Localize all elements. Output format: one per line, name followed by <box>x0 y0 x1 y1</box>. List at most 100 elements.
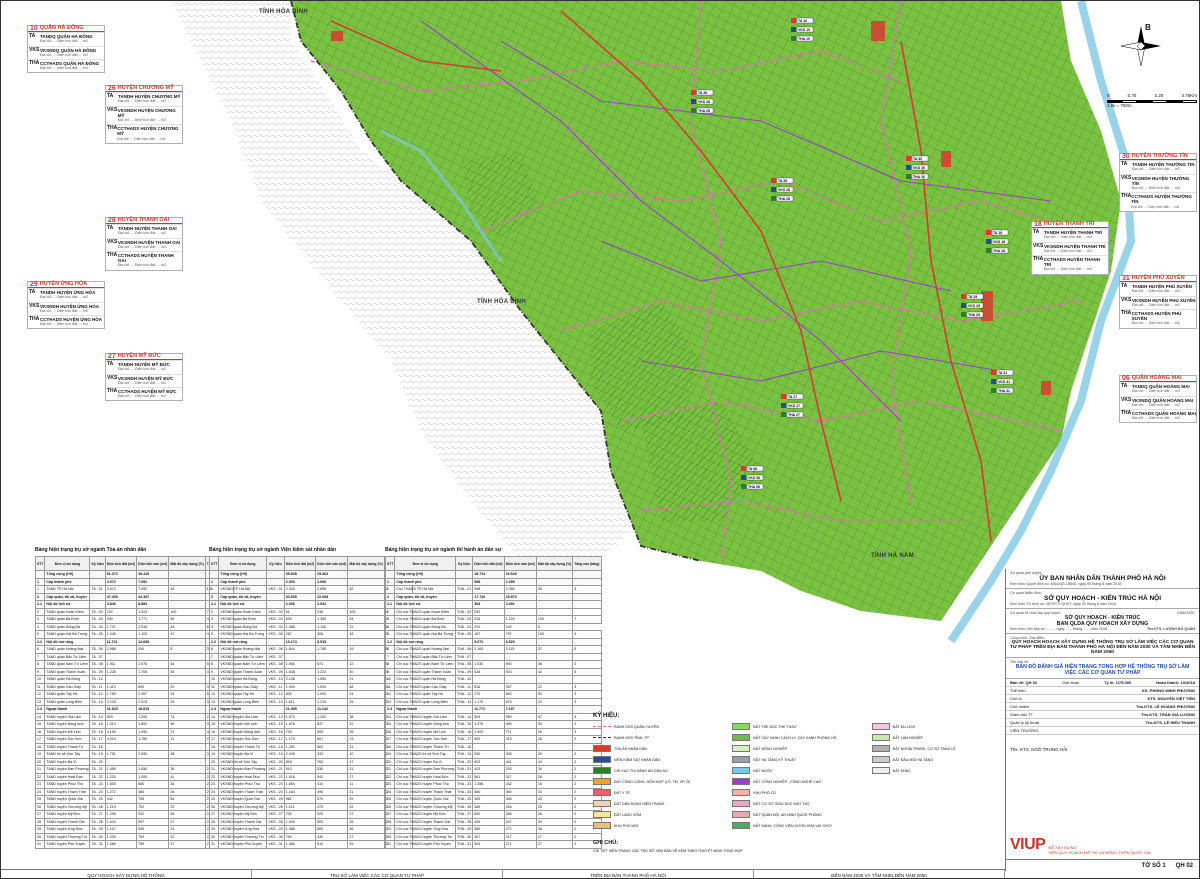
table-cell: 1.573 <box>283 712 317 721</box>
legend-item: ĐẤT NƯỚC <box>732 766 865 775</box>
table-row: 7 Chi cục THADS quận Bắc Từ Liêm THA - 07 <box>384 652 602 661</box>
row-detail: Địa chỉ: ... Diện tích đất: ... m2 <box>1132 389 1181 394</box>
table-cell: 3.972 <box>104 585 138 594</box>
legend-item: ĐẤT CÔNG NGHIỆP - CÔNG NGHỆ CAO <box>732 777 865 786</box>
table-cell: TAND huyện Gia Lâm <box>44 712 91 721</box>
table-cell: 4 <box>208 622 220 631</box>
table-cell: TA - 16 <box>89 727 106 736</box>
column-header: Đơn vị sử dụng <box>394 556 457 571</box>
table-cell: VKSND huyện Hoài Đức <box>218 772 268 781</box>
table-row: 18 TAND huyện Thanh Trì TA - 18 <box>34 742 234 751</box>
table-cell: Chi cục THADS huyện Phúc Thọ <box>394 780 457 789</box>
table-cell <box>503 675 537 684</box>
table-cell: 3 <box>572 690 602 699</box>
legend-item: TÒA ÁN NHÂN DÂN <box>593 744 726 753</box>
table-cell: 1.094 <box>283 682 317 691</box>
table-cell: VKS - 30 <box>266 832 285 841</box>
table-cell: 2.164 <box>472 645 505 654</box>
legend-swatch <box>871 723 890 730</box>
callout-18: 18 HUYỆN THANH TRÌ TA TANDH HUYỆN THANH TRÌ… <box>1031 221 1109 275</box>
table-cell: 21.395 <box>283 705 317 714</box>
table-cell: 3.972 <box>104 577 138 586</box>
table-cell: 51.372 <box>104 570 138 579</box>
table-cell <box>455 592 474 601</box>
table-cell: 5 <box>168 645 206 654</box>
table-row: 9 VKSND quận Thanh Xuân VKS - 09 1.638 1.223… <box>208 667 413 676</box>
callout-28: 28 HUYỆN THANH OAI TA TANDH HUYỆN THANH OAI… <box>105 217 183 271</box>
callout-row: THA CCTHADS HUYỆN THƯỜNG TÍN Địa chỉ: ... … <box>1120 192 1196 211</box>
table-cell: 30 <box>34 832 46 841</box>
table-cell: 46 <box>535 660 574 669</box>
table-cell: 265 <box>503 810 537 819</box>
legend-item: ĐẤT CÔNG CỘNG, HỖN HỢP (LÔ, TM, VP, Ở) <box>593 777 726 786</box>
table-cell: 25 <box>347 697 385 706</box>
table-cell: VKS - 19 <box>266 750 285 759</box>
legend-item: KHU PHỐ CŨ <box>732 788 865 797</box>
table-cell: 816 <box>472 682 505 691</box>
table-row: 5 VKSND quận Hai Bà Trưng VKS - 05 267 306 43… <box>208 630 413 639</box>
callout-number: 26 <box>108 85 116 92</box>
table-row: 28 TAND huyện Thanh Oai TA - 28 1.634 897 27 2 <box>34 817 234 826</box>
table-cell <box>283 652 317 661</box>
appraiser: SỞ QUY HOẠCH - KIẾN TRÚC HÀ NỘI <box>1043 595 1161 602</box>
table-cell: Cấp thành phố <box>394 577 457 586</box>
table-cell: 20 <box>208 757 220 766</box>
table-cell: 3.225 <box>104 697 138 706</box>
table-cell: Chi cục THADS huyện Phú Xuyên <box>394 840 457 849</box>
table-cell <box>503 742 537 751</box>
marker-label: THA 10 <box>798 37 810 41</box>
table-row: 30 TAND huyện Thường Tín TA - 30 1.209 763 32… <box>34 832 234 841</box>
table-row: 13 Chi cục THADS quận Long Biên THA - 13 1.… <box>384 697 602 706</box>
table-cell <box>89 577 106 586</box>
table-cell: 876 <box>503 697 537 706</box>
table-cell <box>104 652 138 661</box>
table-row: 20 VKSND thị xã Sơn Tây VKS - 20 818 762 47 2 <box>208 757 413 766</box>
table-cell: Chi cục THADS huyện Đan Phượng <box>394 765 457 774</box>
table-cell: 3.846 <box>104 600 138 609</box>
marker-label: TA 06 <box>748 467 757 471</box>
table-cell: 61 <box>283 607 317 616</box>
table-cell: 510 <box>315 840 349 849</box>
table-row: 30 VKSND huyện Thường Tín VKS - 30 790 430 27… <box>208 832 413 841</box>
table-cell <box>472 675 505 684</box>
table-cell: Chi cục THADS huyện Quốc Oai <box>394 795 457 804</box>
table-cell: THA - 11 <box>455 682 474 691</box>
table-row: 11 TAND quận Cầu Giấy TA - 11 1.413 690 20 3 <box>34 682 234 691</box>
table-cell: 232 <box>104 607 138 616</box>
table-cell: 470 <box>472 622 505 631</box>
table-cell: 4.190 <box>104 727 138 736</box>
row-code: TA <box>107 225 114 232</box>
table-cell: TA - 06 <box>89 645 106 654</box>
table-row: 4 TAND quận Đống Đa TA - 04 1.721 2.915 44 6 <box>34 622 234 631</box>
marker-label: TA 29 <box>968 295 977 299</box>
table-cell: 26 <box>34 802 46 811</box>
table-cell: 1.310 <box>104 720 138 729</box>
table-cell: 27 <box>347 832 385 841</box>
table-cell: 246 <box>503 802 537 811</box>
table-row: 22 TAND huyện Hoài Đức TA - 22 1.220 1.000 41… <box>34 772 234 781</box>
table-cell: 1 <box>208 577 220 586</box>
legend-label: RANH GIỚI TỈNH, TP <box>614 735 649 740</box>
table-cell: 30 <box>535 720 574 729</box>
table-cell: 1.960 <box>283 660 317 669</box>
table-cell <box>535 570 574 579</box>
table-cell: 818 <box>283 757 317 766</box>
table-row: 26 TAND huyện Chương Mỹ TA - 26 1.219 702 29 2 <box>34 802 234 811</box>
table-row: 11 VKSND quận Cầu Giấy VKS - 11 1.094 1.093 4… <box>208 682 413 691</box>
table-row: 1 Cấp thành phố 3.972 7.052 <box>34 577 234 586</box>
table-row: 28 VKSND huyện Thanh Oai VKS - 28 1.049 500 2… <box>208 817 413 826</box>
table-cell <box>572 592 602 601</box>
table-cell: 1.590 <box>315 675 349 684</box>
table-cell: 702 <box>136 802 170 811</box>
table-cell: VKS - 08 <box>266 660 285 669</box>
table-cell: 3 <box>572 660 602 669</box>
table-cell: 16 <box>208 727 220 736</box>
table-cell: 405 <box>472 795 505 804</box>
table-cell: 762 <box>315 757 349 766</box>
table-row: 2 Cấp quận, thị xã, huyện 33.535 22.668 <box>208 592 413 601</box>
marker-label: VKS 10 <box>798 28 810 32</box>
table-cell: 8 <box>384 660 396 669</box>
table-title: Bảng hiện trạng trụ sở ngành Tòa án nhân… <box>35 547 147 553</box>
status-table-2: Bảng hiện trạng trụ sở ngành thi hành án… <box>384 547 602 849</box>
callout-27: 27 HUYỆN MỸ ĐỨC TA TANDH HUYỆN MỸ ĐỨC Địa ch… <box>105 353 183 402</box>
